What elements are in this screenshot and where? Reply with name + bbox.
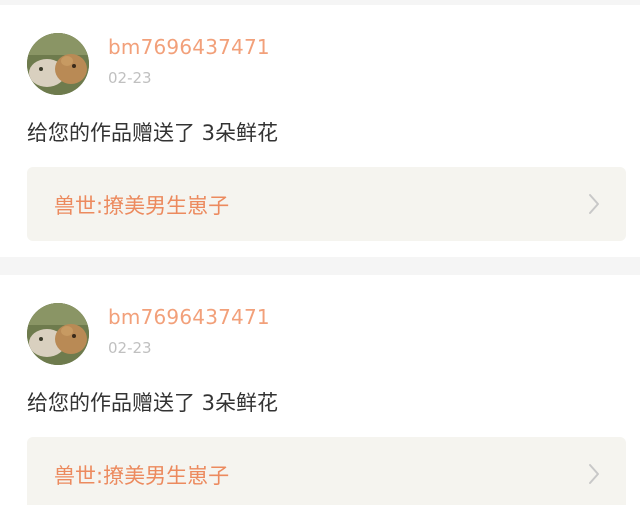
work-link[interactable]: 兽世:撩美男生崽子 [27, 437, 626, 505]
avatar[interactable] [27, 303, 89, 365]
chevron-right-icon [589, 464, 599, 484]
notification-message: 给您的作品赠送了 3朵鲜花 [27, 391, 279, 415]
notification-card: bm7696437471 02-23 给您的作品赠送了 3朵鲜花 兽世:撩美男生… [0, 5, 640, 257]
chevron-right-icon [589, 194, 599, 214]
work-link[interactable]: 兽世:撩美男生崽子 [27, 167, 626, 241]
username[interactable]: bm7696437471 [108, 35, 270, 59]
notification-card: bm7696437471 02-23 给您的作品赠送了 3朵鲜花 兽世:撩美男生… [0, 275, 640, 505]
notification-message: 给您的作品赠送了 3朵鲜花 [27, 121, 279, 145]
timestamp: 02-23 [108, 69, 152, 87]
username[interactable]: bm7696437471 [108, 305, 270, 329]
timestamp: 02-23 [108, 339, 152, 357]
avatar[interactable] [27, 33, 89, 95]
work-title: 兽世:撩美男生崽子 [54, 464, 230, 488]
work-title: 兽世:撩美男生崽子 [54, 194, 230, 218]
notification-feed: bm7696437471 02-23 给您的作品赠送了 3朵鲜花 兽世:撩美男生… [0, 0, 640, 505]
